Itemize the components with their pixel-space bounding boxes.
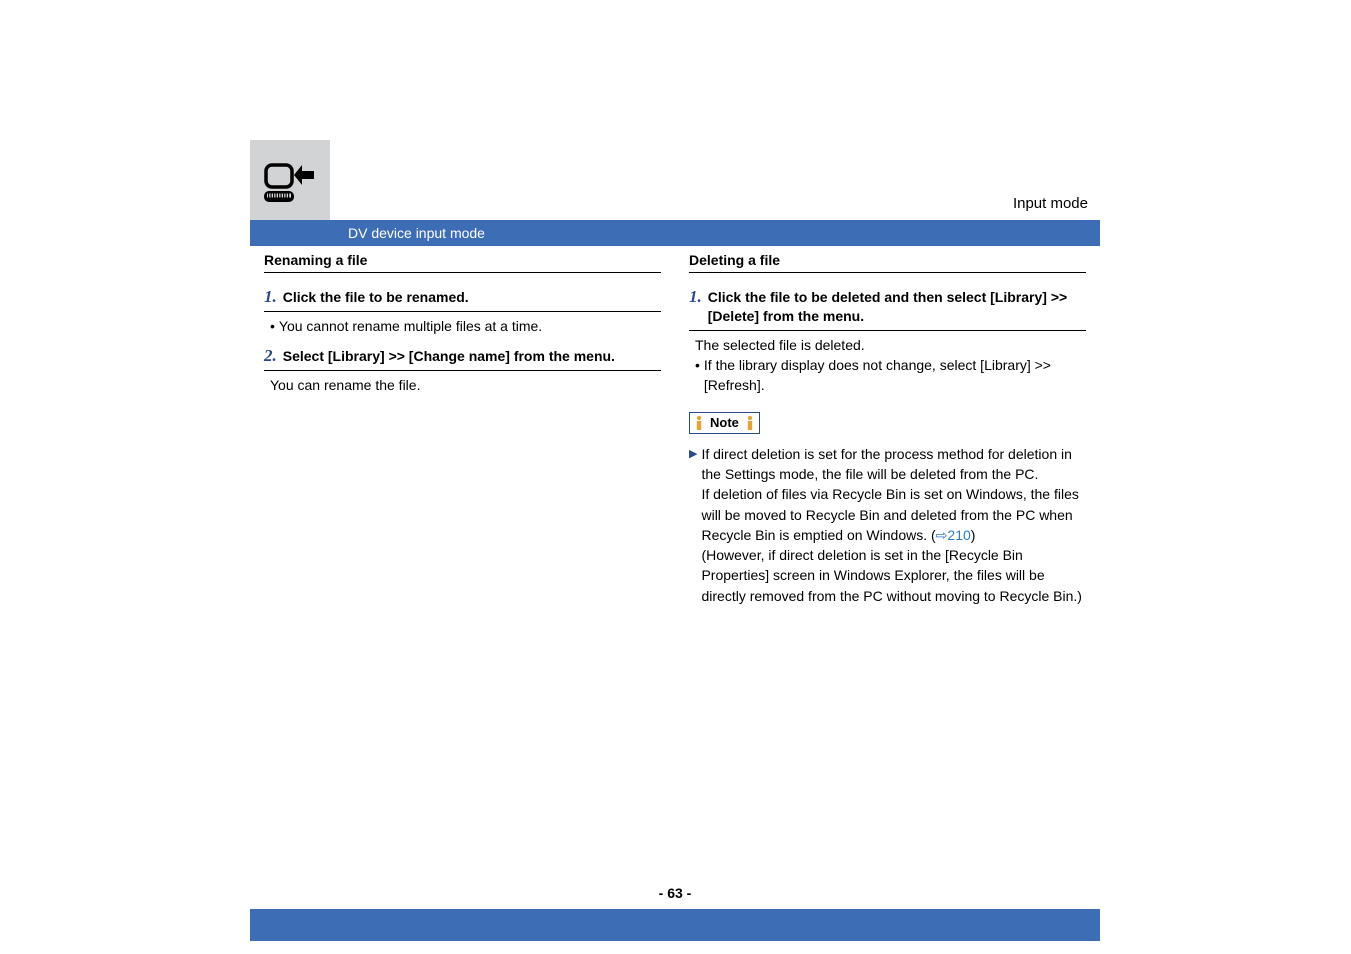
section-label: DV device input mode [330, 220, 1100, 246]
deleting-heading: Deleting a file [689, 246, 1086, 273]
note-marker-icon [743, 416, 757, 430]
step-body-text: You can rename the file. [270, 377, 420, 393]
step-title: Select [Library] >> [Change name] from t… [283, 347, 615, 366]
link-arrow-icon: ⇨ [936, 527, 948, 543]
step-number: 1. [264, 287, 277, 307]
note-label: Note [706, 415, 743, 430]
note-text: If direct deletion is set for the proces… [701, 446, 1071, 482]
note-text: If deletion of files via Recycle Bin is … [701, 486, 1078, 543]
page-number: - 63 - [250, 875, 1100, 907]
renaming-heading: Renaming a file [264, 246, 661, 273]
note-text: ) [971, 527, 976, 543]
note-arrow-icon: ▶ [689, 444, 697, 606]
step-number: 1. [689, 287, 702, 307]
step-note: If the library display does not change, … [704, 355, 1086, 396]
step-note: You cannot rename multiple files at a ti… [279, 316, 542, 336]
note-badge: Note [689, 412, 760, 434]
page-link[interactable]: 210 [947, 527, 970, 543]
footer-bar [250, 909, 1100, 941]
bullet-icon: • [695, 355, 700, 396]
step-number: 2. [264, 346, 277, 366]
bullet-icon: • [270, 316, 275, 336]
mode-label: Input mode [330, 195, 1100, 220]
note-marker-icon [692, 416, 706, 430]
step-title: Click the file to be deleted and then se… [708, 288, 1086, 326]
note-text: (However, if direct deletion is set in t… [701, 545, 1086, 606]
step-title: Click the file to be renamed. [283, 288, 469, 307]
step-body-text: The selected file is deleted. [695, 335, 1086, 355]
input-mode-icon [262, 163, 318, 214]
